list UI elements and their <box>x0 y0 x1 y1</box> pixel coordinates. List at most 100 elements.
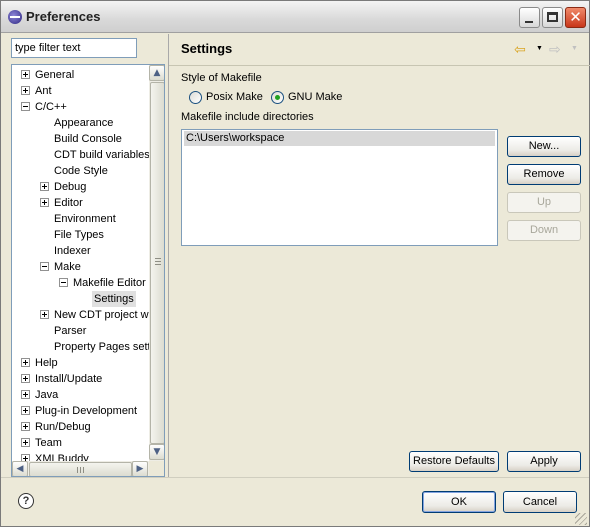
tree-item-label: Install/Update <box>35 373 103 385</box>
tree-item[interactable]: New CDT project wi <box>12 307 149 323</box>
tree-item[interactable]: Makefile Editor <box>12 275 149 291</box>
tree-item[interactable]: Indexer <box>12 243 149 259</box>
list-item[interactable]: C:\Users\workspace <box>184 131 495 146</box>
filter-input[interactable] <box>11 38 137 58</box>
resize-grip-icon[interactable] <box>575 513 587 525</box>
makefile-style-label: Style of Makefile <box>181 72 262 84</box>
collapse-icon[interactable] <box>40 262 49 271</box>
tree-item[interactable]: Install/Update <box>12 371 149 387</box>
collapse-icon[interactable] <box>59 278 68 287</box>
expand-icon[interactable] <box>21 374 30 383</box>
close-button[interactable]: ✕ <box>565 7 586 28</box>
scroll-left-icon[interactable]: ◀ <box>12 461 28 476</box>
help-icon[interactable]: ? <box>18 493 34 509</box>
tree-item-label: Makefile Editor <box>73 277 146 289</box>
radio-posix-label: Posix Make <box>206 91 263 103</box>
tree-item[interactable]: Plug-in Development <box>12 403 149 419</box>
expand-icon[interactable] <box>40 198 49 207</box>
tree-item[interactable]: XMLBuddy <box>12 451 149 461</box>
maximize-button[interactable] <box>542 7 563 28</box>
scroll-right-icon[interactable]: ▶ <box>132 461 148 476</box>
tree-item[interactable]: CDT build variables <box>12 147 149 163</box>
tree-item[interactable]: Code Style <box>12 163 149 179</box>
vertical-scroll-thumb[interactable] <box>150 82 164 444</box>
expand-icon[interactable] <box>21 454 30 461</box>
tree-item[interactable]: Settings <box>12 291 149 307</box>
tree-item-label: Run/Debug <box>35 421 91 433</box>
tree-item[interactable]: Build Console <box>12 131 149 147</box>
grip-icon <box>77 467 85 473</box>
minimize-icon <box>525 21 533 23</box>
tree-item[interactable]: Appearance <box>12 115 149 131</box>
apply-button[interactable]: Apply <box>507 451 581 472</box>
tree-vertical-scrollbar[interactable]: ▲ ▼ <box>149 65 164 461</box>
close-icon: ✕ <box>569 8 582 26</box>
tree-item[interactable]: File Types <box>12 227 149 243</box>
restore-defaults-button[interactable]: Restore Defaults <box>409 451 499 472</box>
scroll-up-icon[interactable]: ▲ <box>149 65 164 81</box>
title-separator <box>169 65 590 66</box>
tree-item-label: Make <box>54 261 81 273</box>
new-button[interactable]: New... <box>507 136 581 157</box>
tree-item-label: New CDT project wi <box>54 309 149 321</box>
expand-icon[interactable] <box>21 86 30 95</box>
tree-item-label: XMLBuddy <box>35 453 89 461</box>
ok-button[interactable]: OK <box>422 491 496 513</box>
preferences-dialog: Preferences ✕ General Ant C/C++ Appearance B… <box>0 0 590 527</box>
tree-item[interactable]: General <box>12 67 149 83</box>
tree-item-label: Appearance <box>54 117 114 129</box>
tree-item-label: Code Style <box>54 165 108 177</box>
tree-item[interactable]: Property Pages sett <box>12 339 149 355</box>
preference-tree[interactable]: General Ant C/C++ Appearance Build Console CD… <box>11 64 165 477</box>
tree-item[interactable]: Ant <box>12 83 149 99</box>
up-button[interactable]: Up <box>507 192 581 213</box>
forward-dropdown-icon: ▼ <box>571 45 578 52</box>
expand-icon[interactable] <box>21 390 30 399</box>
back-dropdown-icon[interactable]: ▼ <box>536 45 543 52</box>
down-button[interactable]: Down <box>507 220 581 241</box>
horizontal-scroll-thumb[interactable] <box>29 462 132 476</box>
tree-item[interactable]: Editor <box>12 195 149 211</box>
tree-item-label: File Types <box>54 229 104 241</box>
tree-item[interactable]: Java <box>12 387 149 403</box>
remove-button[interactable]: Remove <box>507 164 581 185</box>
tree-item-label: CDT build variables <box>54 149 149 161</box>
expand-icon[interactable] <box>21 70 30 79</box>
include-dirs-list[interactable]: C:\Users\workspace <box>181 129 498 246</box>
expand-icon[interactable] <box>40 182 49 191</box>
tree-horizontal-scrollbar[interactable]: ◀ ▶ <box>12 461 149 476</box>
include-dirs-label: Makefile include directories <box>181 111 314 123</box>
tree-item-label: Ant <box>35 85 52 97</box>
radio-icon <box>189 91 202 104</box>
expand-icon[interactable] <box>21 422 30 431</box>
cancel-button[interactable]: Cancel <box>503 491 577 513</box>
radio-gnu-label: GNU Make <box>288 91 343 103</box>
tree-item[interactable]: Make <box>12 259 149 275</box>
expand-icon[interactable] <box>21 406 30 415</box>
tree-item-label: Debug <box>54 181 87 193</box>
tree-item[interactable]: Environment <box>12 211 149 227</box>
tree-item[interactable]: Help <box>12 355 149 371</box>
expand-icon[interactable] <box>40 310 49 319</box>
minimize-button[interactable] <box>519 7 540 28</box>
tree-item[interactable]: Debug <box>12 179 149 195</box>
tree-item[interactable]: Team <box>12 435 149 451</box>
tree-item[interactable]: C/C++ <box>12 99 149 115</box>
tree-item-label: Plug-in Development <box>35 405 138 417</box>
radio-posix-make[interactable]: Posix Make <box>189 91 264 105</box>
tree-item[interactable]: Parser <box>12 323 149 339</box>
back-arrow-icon[interactable]: ⇦ <box>514 41 526 58</box>
tree-item[interactable]: Run/Debug <box>12 419 149 435</box>
tree-item-label: Parser <box>54 325 87 337</box>
radio-gnu-make[interactable]: GNU Make <box>271 91 346 105</box>
scroll-down-icon[interactable]: ▼ <box>149 444 164 460</box>
tree-item-label: Java <box>35 389 59 401</box>
forward-arrow-icon: ⇨ <box>549 41 561 57</box>
title-bar[interactable]: Preferences ✕ <box>1 1 589 33</box>
expand-icon[interactable] <box>21 358 30 367</box>
expand-icon[interactable] <box>21 438 30 447</box>
window-title: Preferences <box>26 9 101 24</box>
tree-item-label: Team <box>35 437 62 449</box>
splitter-sash[interactable] <box>168 34 169 477</box>
collapse-icon[interactable] <box>21 102 30 111</box>
